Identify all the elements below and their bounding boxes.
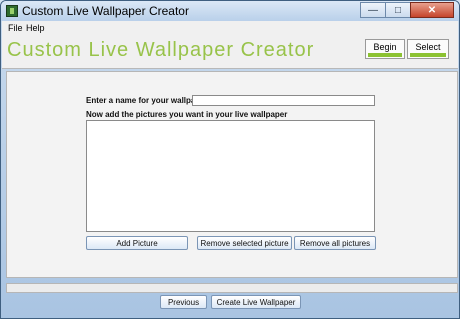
main-panel: Enter a name for your wallpaper: Now add… (6, 71, 458, 278)
pictures-label: Now add the pictures you want in your li… (86, 110, 288, 119)
close-icon[interactable]: ✕ (410, 2, 454, 18)
app-icon (6, 5, 18, 17)
step-select-progress-bar (410, 53, 446, 57)
status-bar (6, 283, 458, 293)
banner-title: Custom Live Wallpaper Creator (7, 39, 315, 61)
add-picture-button[interactable]: Add Picture (86, 236, 188, 250)
step-begin-label: Begin (373, 42, 397, 52)
remove-all-pictures-button[interactable]: Remove all pictures (294, 236, 376, 250)
wallpaper-name-input[interactable] (192, 95, 375, 106)
window-title: Custom Live Wallpaper Creator (22, 4, 189, 18)
step-begin: Begin (365, 39, 405, 59)
title-bar[interactable]: Custom Live Wallpaper Creator — □ ✕ (1, 1, 459, 21)
remove-selected-picture-button[interactable]: Remove selected picture (197, 236, 292, 250)
menu-file[interactable]: File (8, 23, 23, 33)
minimize-icon[interactable]: — (360, 2, 386, 18)
create-live-wallpaper-button[interactable]: Create Live Wallpaper (211, 295, 301, 309)
menu-bar: File Help (2, 21, 458, 35)
previous-button[interactable]: Previous (160, 295, 207, 309)
pictures-list[interactable] (86, 120, 375, 232)
menu-help[interactable]: Help (26, 23, 45, 33)
app-window: Custom Live Wallpaper Creator — □ ✕ File… (0, 0, 460, 319)
step-select: Select (407, 39, 449, 59)
step-begin-progress-bar (368, 53, 402, 57)
step-select-label: Select (415, 42, 441, 52)
wizard-header: Custom Live Wallpaper Creator Begin Sele… (2, 35, 458, 69)
window-controls: — □ ✕ (360, 2, 454, 18)
maximize-icon[interactable]: □ (385, 2, 411, 18)
